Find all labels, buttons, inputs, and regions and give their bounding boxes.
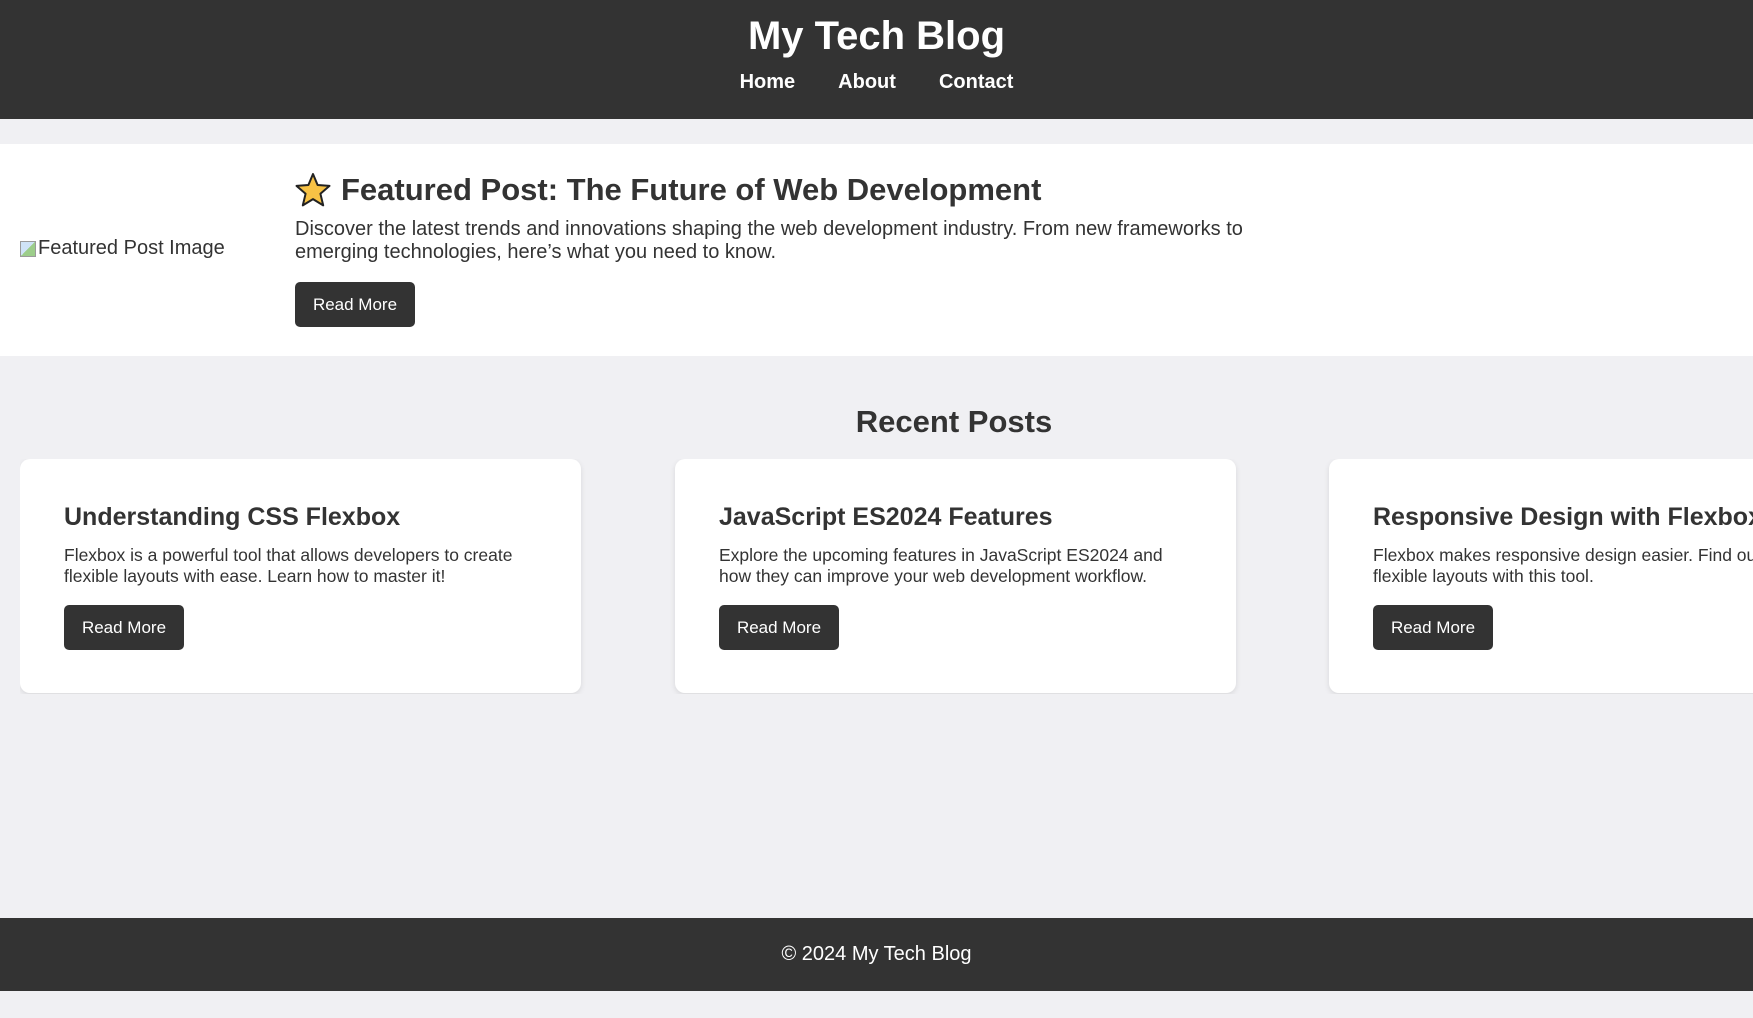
site-header: My Tech Blog Home About Contact [0, 0, 1753, 119]
broken-image-icon [20, 240, 36, 257]
post-excerpt: Flexbox is a powerful tool that allows d… [64, 545, 513, 586]
post-read-more-button[interactable]: Read More [64, 605, 184, 650]
featured-post-content: Featured Post: The Future of Web Develop… [295, 170, 1255, 327]
post-card: JavaScript ES2024 Features Explore the u… [675, 459, 1236, 693]
main-nav: Home About Contact [0, 70, 1753, 94]
post-excerpt: Explore the upcoming features in JavaScr… [719, 545, 1163, 586]
post-title: Understanding CSS Flexbox [64, 503, 401, 531]
post-excerpt: Flexbox makes responsive design easier. … [1373, 545, 1753, 586]
star-icon [295, 173, 331, 207]
recent-posts-list: Understanding CSS Flexbox Flexbox is a p… [20, 459, 1753, 694]
post-card: Understanding CSS Flexbox Flexbox is a p… [20, 459, 581, 693]
post-title: JavaScript ES2024 Features [719, 503, 1053, 531]
featured-post-title: Featured Post: The Future of Web Develop… [295, 170, 1255, 210]
post-title: Responsive Design with Flexbox [1373, 503, 1753, 531]
post-read-more-button[interactable]: Read More [719, 605, 839, 650]
featured-post-excerpt: Discover the latest trends and innovatio… [295, 218, 1243, 263]
featured-post-title-text: Featured Post: The Future of Web Develop… [341, 172, 1042, 207]
site-footer: © 2024 My Tech Blog [0, 918, 1753, 991]
featured-post: Featured Post Image Featured Post: The F… [0, 144, 1753, 356]
nav-contact-link[interactable]: Contact [939, 70, 1013, 94]
post-card: Responsive Design with Flexbox Flexbox m… [1329, 459, 1753, 693]
featured-post-image: Featured Post Image [20, 237, 225, 260]
featured-read-more-button[interactable]: Read More [295, 282, 415, 327]
post-read-more-button[interactable]: Read More [1373, 605, 1493, 650]
recent-posts-heading: Recent Posts [855, 404, 1053, 439]
featured-image-alt-text: Featured Post Image [38, 237, 225, 259]
nav-home-link[interactable]: Home [740, 70, 796, 94]
footer-copyright: © 2024 My Tech Blog [781, 943, 972, 965]
site-title: My Tech Blog [747, 14, 1006, 58]
nav-about-link[interactable]: About [838, 70, 896, 94]
